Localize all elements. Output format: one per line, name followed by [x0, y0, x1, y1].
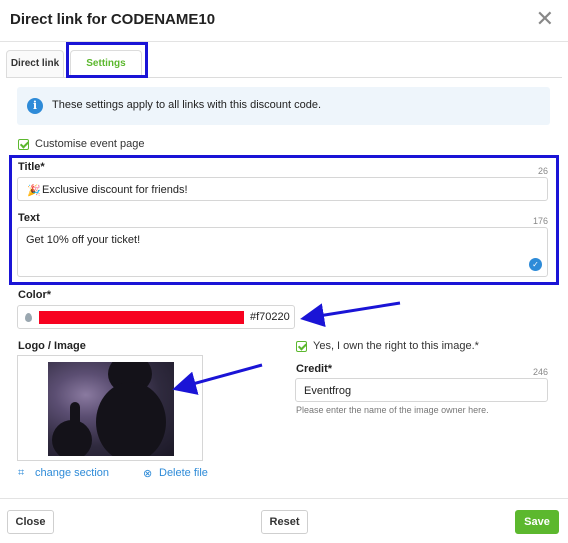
delete-file-link[interactable]: Delete file [159, 467, 208, 479]
close-icon[interactable]: ✕ [536, 8, 554, 30]
settings-tab-highlight [66, 42, 148, 78]
color-input[interactable]: #f70220 [17, 305, 295, 329]
text-value: Get 10% off your ticket! [26, 234, 141, 246]
change-section-link[interactable]: change section [35, 467, 109, 479]
credit-input[interactable]: Eventfrog [295, 378, 548, 402]
info-text: These settings apply to all links with t… [52, 99, 322, 111]
delete-icon[interactable]: ⊗ [143, 467, 152, 480]
close-button[interactable]: Close [7, 510, 54, 534]
dialog-title: Direct link for CODENAME10 [10, 11, 216, 28]
spellcheck-icon[interactable]: ✓ [529, 258, 542, 271]
party-popper-icon: 🎉 [27, 185, 41, 197]
color-drop-icon [25, 313, 32, 322]
title-input[interactable]: 🎉 Exclusive discount for friends! [17, 177, 548, 201]
rights-label: Yes, I own the right to this image.* [313, 340, 479, 352]
reset-button[interactable]: Reset [261, 510, 308, 534]
logo-label: Logo / Image [18, 340, 86, 352]
event-photo [48, 362, 174, 456]
image-preview-frame [17, 355, 203, 461]
text-textarea[interactable]: Get 10% off your ticket! ✓ [17, 227, 548, 277]
title-counter: 26 [537, 166, 548, 176]
color-swatch[interactable] [39, 311, 244, 324]
tab-direct-link[interactable]: Direct link [6, 50, 64, 78]
color-hex-value: #f70220 [250, 311, 290, 323]
color-arrow [300, 301, 401, 328]
customise-checkbox[interactable] [18, 139, 29, 150]
save-button[interactable]: Save [515, 510, 559, 534]
color-label: Color* [18, 289, 51, 301]
credit-hint: Please enter the name of the image owner… [296, 405, 489, 415]
footer-divider [0, 498, 568, 499]
credit-label: Credit* [296, 363, 333, 375]
text-label: Text [18, 212, 40, 224]
text-counter: 176 [532, 216, 548, 226]
crop-icon[interactable]: ⌗ [18, 467, 24, 480]
info-banner: i These settings apply to all links with… [17, 87, 550, 125]
rights-checkbox[interactable] [296, 341, 307, 352]
info-icon: i [27, 98, 43, 114]
dialog-header: Direct link for CODENAME10 ✕ [0, 0, 568, 42]
credit-counter: 246 [532, 367, 548, 377]
customise-label: Customise event page [35, 138, 145, 150]
title-label: Title* [18, 161, 45, 173]
credit-value: Eventfrog [304, 385, 352, 397]
title-value: Exclusive discount for friends! [42, 184, 188, 196]
